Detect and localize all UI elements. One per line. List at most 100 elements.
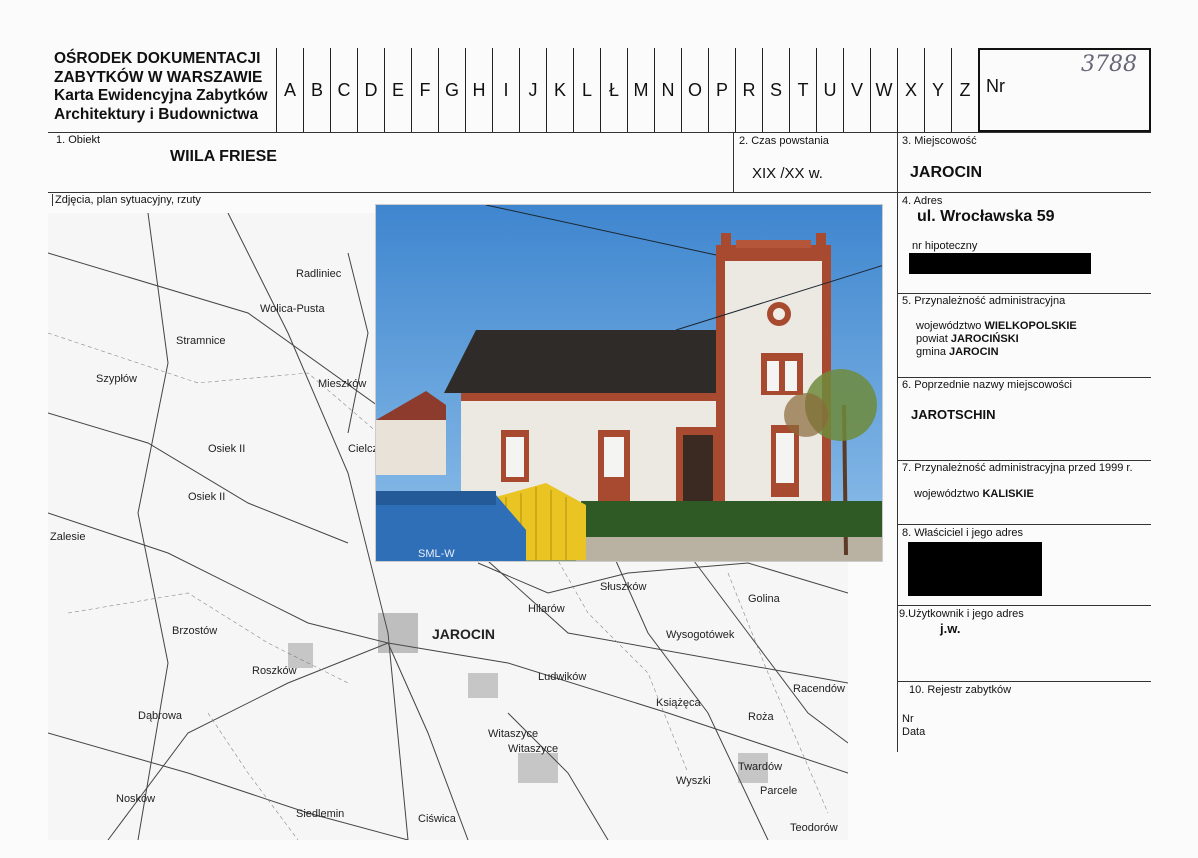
pre1999-key: województwo [914,488,980,500]
map-place-label: Ciświca [418,813,456,825]
title-line-3: Karta Ewidencyjna Zabytków [54,87,268,104]
map-place-label: Siedlemin [296,808,345,820]
admin-rows: województwo WIELKOPOLSKIE powiat JAROCIŃ… [916,320,1077,359]
map-place-label: Parcele [760,785,798,797]
letter-cell: Z [952,48,979,132]
letter-cell: N [655,48,682,132]
photos-label: Zdjęcia, plan sytuacyjny, rzuty [52,194,201,206]
address-label: 4. Adres [902,195,943,207]
map-place-label: Wysogotówek [666,629,735,641]
nr-label: Nr [986,76,1005,96]
map-place-label: Roża [748,711,774,723]
map-place-label: Nosków [116,793,156,805]
object-label: 1. Obiekt [56,134,101,146]
divider [897,681,1151,682]
letter-cell: R [736,48,763,132]
letter-cell: X [898,48,925,132]
map-place-label: Racendów [793,683,845,695]
map-place-label: Roszków [252,665,297,677]
title-line-4: Architektury i Budownictwa [54,105,259,123]
map-place-label: Zalesie [50,531,86,543]
map-place-label: Wyszki [676,775,711,787]
object-name: WIILA FRIESE [170,148,277,165]
divider [897,377,1151,378]
map-place-label: Szypłów [96,373,137,385]
handwritten-number: 3788 [1081,52,1137,77]
admin-value-commune: JAROCIN [949,346,999,358]
user-value: j.w. [940,621,961,636]
divider [48,192,1151,193]
register-label: 10. Rejestr zabytków [909,684,1012,696]
container-label: SML-W [418,548,455,560]
redacted-block [909,253,1091,274]
letter-cell: S [763,48,790,132]
pre1999-label: 7. Przynależność administracyjna przed 1… [902,462,1133,474]
address-value: ul. Wrocławska 59 [917,208,1055,225]
redacted-owner [908,542,1042,596]
user-label: 9.Użytkownik i jego adres [899,608,1024,620]
admin-key-voivodeship: województwo [916,320,982,332]
admin-key-county: powiat [916,333,948,345]
letter-cell: U [817,48,844,132]
letter-cell: J [520,48,547,132]
letter-cell: A [277,48,304,132]
letter-cell: B [304,48,331,132]
map-place-label: Dąbrowa [138,710,183,722]
alphabet-index: ABCDEFGHIJKLŁMNOPRSTUVWXYZ [276,48,979,132]
map-place-label: Radliniec [296,268,342,280]
record-number-box: Nr 3788 [978,48,1151,132]
letter-cell: C [331,48,358,132]
letter-cell: G [439,48,466,132]
map-place-label: Słuszków [600,581,647,593]
previous-names-label: 6. Poprzednie nazwy miejscowości [902,379,1072,391]
pre1999-value: KALISKIE [982,488,1034,500]
villa-photo-illustration: SML-W [376,205,882,561]
admin-key-commune: gmina [916,346,946,358]
admin-value-voivodeship: WIELKOPOLSKIE [984,320,1077,332]
record-card: OŚRODEK DOKUMENTACJI ZABYTKÓW W WARSZAWI… [0,0,1198,858]
letter-cell: W [871,48,898,132]
map-place-label: Twardów [738,761,783,773]
divider [48,132,1151,133]
map-place-label: Brzostów [172,625,218,637]
divider [897,132,898,752]
pre1999-row: województwo KALISKIE [914,488,1034,500]
letter-cell: O [682,48,709,132]
building-photo: SML-W [375,204,883,562]
map-place-label: Ludwików [538,671,587,683]
register-nr: Nr [902,713,914,725]
map-place-label: Wolica-Pusta [260,303,325,315]
letter-cell: H [466,48,493,132]
creation-time-value: XIX /XX w. [752,165,823,182]
locality-value: JAROCIN [910,164,983,181]
map-place-label: Mieszków [318,378,367,390]
creation-time-label: 2. Czas powstania [739,135,829,147]
letter-cell: L [574,48,601,132]
locality-label: 3. Miejscowość [902,135,977,147]
map-place-label: Witaszyce [488,728,539,740]
map-place-label: JAROCIN [432,626,496,642]
previous-names-value: JAROTSCHIN [911,407,996,422]
title-line-2: ZABYTKÓW W WARSZAWIE [54,68,263,86]
register-date: Data [902,726,926,738]
divider [897,605,1151,606]
divider [897,524,1151,525]
letter-cell: T [790,48,817,132]
letter-cell: Y [925,48,952,132]
letter-cell: E [385,48,412,132]
institution-title: OŚRODEK DOKUMENTACJI ZABYTKÓW W WARSZAWI… [54,50,276,124]
mortgage-label: nr hipoteczny [912,240,978,252]
letter-cell: F [412,48,439,132]
divider [733,132,734,192]
letter-cell: I [493,48,520,132]
map-place-label: Osiek II [188,491,226,503]
map-place-label: Osiek II [208,443,246,455]
title-line-1: OŚRODEK DOKUMENTACJI [54,50,261,67]
map-place-label: Golina [748,593,780,605]
letter-cell: M [628,48,655,132]
map-place-label: Witaszyce [508,743,559,755]
map-place-label: Stramnice [176,335,226,347]
map-place-label: Teodorów [790,822,838,834]
letter-cell: V [844,48,871,132]
map-place-label: Książęca [656,697,701,709]
